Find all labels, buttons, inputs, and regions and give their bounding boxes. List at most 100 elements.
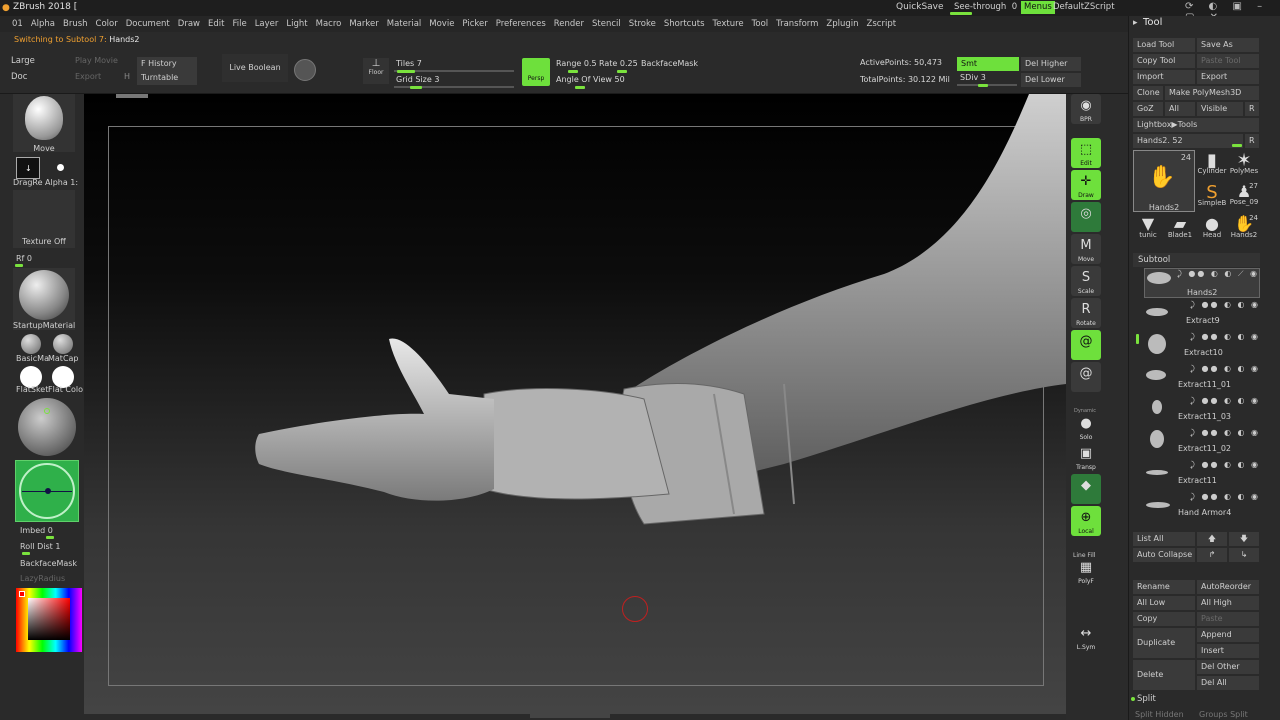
menus-toggle[interactable]: Menus	[1021, 1, 1055, 14]
tool-count-slider[interactable]: Hands2. 52	[1133, 134, 1243, 148]
menu-item[interactable]: Stencil	[588, 16, 625, 32]
arrow-down-right-icon[interactable]: ↳	[1229, 548, 1259, 562]
gizmo-preview[interactable]	[15, 460, 79, 522]
clone-button[interactable]: Clone	[1133, 86, 1163, 100]
make-polymesh-button[interactable]: Make PolyMesh3D	[1165, 86, 1259, 100]
transp-button[interactable]: ▣ Transp	[1071, 442, 1101, 472]
del-other-button[interactable]: Del Other	[1197, 660, 1259, 674]
subtool-visibility-icon[interactable]: ⤸ ●● ◐ ◐ ◉	[1190, 492, 1260, 502]
color-picker[interactable]	[16, 588, 82, 652]
subtool-visibility-icon[interactable]: ⤸ ●● ◐ ◐ ◉	[1190, 300, 1260, 310]
stroke-icon[interactable]: ↓	[16, 157, 40, 179]
subtool-visibility-icon[interactable]: ⤸ ●● ◐ ◐ ◉	[1190, 460, 1260, 470]
auto-collapse-button[interactable]: Auto Collapse	[1133, 548, 1195, 562]
save-as-button[interactable]: Save As	[1197, 38, 1259, 52]
split-hidden-button[interactable]: Split Hidden	[1135, 710, 1184, 719]
autoreorder-button[interactable]: AutoReorder	[1197, 580, 1259, 594]
boolean-icon[interactable]	[294, 59, 316, 81]
export-movie-button[interactable]: Export	[75, 72, 101, 81]
current-tool-thumb[interactable]: 24 ✋ Hands2	[1133, 150, 1195, 212]
del-higher-button[interactable]: Del Higher	[1021, 57, 1081, 71]
move-button[interactable]: M Move	[1071, 234, 1101, 264]
lazy-radius-slider[interactable]: LazyRadius	[20, 574, 65, 583]
range-slider[interactable]: Range 0.5	[556, 59, 597, 68]
blade-tool-thumb[interactable]: ▰ Blade1	[1165, 214, 1195, 244]
subtool-visibility-icon[interactable]: ⤸ ●● ◐ ◐ ◉	[1190, 396, 1260, 406]
delete-button[interactable]: Delete	[1133, 660, 1195, 690]
edit-button[interactable]: ⬚ Edit	[1071, 138, 1101, 168]
large-button[interactable]: Large	[11, 56, 35, 66]
ghost-button[interactable]: ◆	[1071, 474, 1101, 504]
head-tool-thumb[interactable]: ● Head	[1197, 214, 1227, 244]
all-high-button[interactable]: All High	[1197, 596, 1259, 610]
copy-button[interactable]: Copy	[1133, 612, 1195, 626]
sdiv-slider[interactable]: SDiv 3	[960, 73, 986, 82]
subtool-row[interactable]: ⤸ ●● ◐ ◐ ◉ Extract11	[1144, 460, 1260, 490]
menu-item[interactable]: Color	[92, 16, 122, 32]
menu-item[interactable]: Brush	[59, 16, 92, 32]
menu-item[interactable]: Draw	[174, 16, 204, 32]
del-all-button[interactable]: Del All	[1197, 676, 1259, 690]
texture-selector[interactable]: Texture Off	[13, 190, 75, 248]
menu-item[interactable]: Light	[282, 16, 311, 32]
rate-slider[interactable]: Rate 0.25	[599, 59, 638, 68]
menu-item[interactable]: 01	[0, 16, 27, 32]
draw-button[interactable]: ✛ Draw	[1071, 170, 1101, 200]
turntable-button[interactable]: Turntable	[137, 71, 197, 85]
menu-item[interactable]: Picker	[458, 16, 491, 32]
quicksave-button[interactable]: QuickSave	[896, 2, 944, 12]
subtool-row[interactable]: ⤸ ●● ◐ ◐ ◉ Extract11_02	[1144, 428, 1260, 458]
menu-item[interactable]: Zplugin	[822, 16, 862, 32]
menu-item[interactable]: Preferences	[492, 16, 550, 32]
menu-item[interactable]: File	[228, 16, 250, 32]
insert-button[interactable]: Insert	[1197, 644, 1259, 658]
goz-button[interactable]: GoZ	[1133, 102, 1163, 116]
angle-of-view-slider[interactable]: Angle Of View 50	[556, 75, 625, 84]
polyf-button[interactable]: ▦ PolyF	[1071, 556, 1101, 586]
subtool-row-selected[interactable]: ⤸ ●● ◐ ◐ ⟋ ◉ Hands2	[1144, 268, 1260, 298]
paste-tool-button[interactable]: Paste Tool	[1197, 54, 1259, 68]
backface-mask-toggle[interactable]: BackfaceMask	[641, 59, 698, 68]
alpha-icon[interactable]	[57, 164, 64, 171]
menu-item[interactable]: Shortcuts	[660, 16, 709, 32]
subtool-row[interactable]: ⤸ ●● ◐ ◐ ◉ Extract10	[1144, 332, 1260, 362]
r-button-2[interactable]: R	[1245, 134, 1259, 148]
subtool-visibility-icon[interactable]: ⤸ ●● ◐ ◐ ◉	[1190, 332, 1260, 342]
cylinder-tool-thumb[interactable]: ▮ Cylinder	[1197, 150, 1227, 180]
append-button[interactable]: Append	[1197, 628, 1259, 642]
roll-dist-slider[interactable]: Roll Dist 1	[20, 542, 60, 551]
doc-button[interactable]: Doc	[11, 72, 27, 82]
move-down-icon[interactable]: 🡇	[1229, 532, 1259, 546]
menu-item[interactable]: Movie	[425, 16, 458, 32]
menu-item[interactable]: Document	[122, 16, 174, 32]
floor-button[interactable]: ⊥ Floor	[363, 58, 389, 84]
sym-s-button[interactable]: @	[1071, 330, 1101, 360]
menu-item[interactable]: Stroke	[625, 16, 660, 32]
del-lower-button[interactable]: Del Lower	[1021, 73, 1081, 87]
canvas-viewport[interactable]	[84, 94, 1066, 714]
menu-item[interactable]: Alpha	[27, 16, 59, 32]
f-history-button[interactable]: F History	[137, 57, 197, 71]
subtool-visibility-icon[interactable]: ⤸ ●● ◐ ◐ ◉	[1190, 364, 1260, 374]
panel-collapse-icon[interactable]: ▸	[1133, 18, 1138, 28]
bpr-button[interactable]: ◉ BPR	[1071, 94, 1101, 124]
move-up-icon[interactable]: 🡅	[1197, 532, 1227, 546]
see-through-slider[interactable]: See-through 0	[954, 2, 1017, 12]
list-all-button[interactable]: List All	[1133, 532, 1195, 546]
split-header[interactable]: Split	[1137, 694, 1156, 704]
brush-selector[interactable]: Move	[13, 94, 75, 153]
grid-size-slider[interactable]: Grid Size 3	[396, 75, 439, 84]
live-boolean-button[interactable]: Live Boolean	[222, 54, 288, 82]
lsym-button[interactable]: ↔ L.Sym	[1071, 622, 1101, 652]
load-tool-button[interactable]: Load Tool	[1133, 38, 1195, 52]
tunic-tool-thumb[interactable]: ▼ tunic	[1133, 214, 1163, 244]
play-movie-button[interactable]: Play Movie	[75, 56, 118, 65]
import-button[interactable]: Import	[1133, 70, 1195, 84]
local-button[interactable]: ⊕ Local	[1071, 506, 1101, 536]
imbed-slider[interactable]: Imbed 0	[20, 526, 53, 535]
menu-item[interactable]: Layer	[251, 16, 283, 32]
menu-item[interactable]: Render	[550, 16, 588, 32]
tiles-slider[interactable]: Tiles 7	[396, 59, 422, 68]
subtool-row[interactable]: ⤸ ●● ◐ ◐ ◉ Hand Armor4	[1144, 492, 1260, 522]
subtool-row[interactable]: ⤸ ●● ◐ ◐ ◉ Extract11_03	[1144, 396, 1260, 426]
